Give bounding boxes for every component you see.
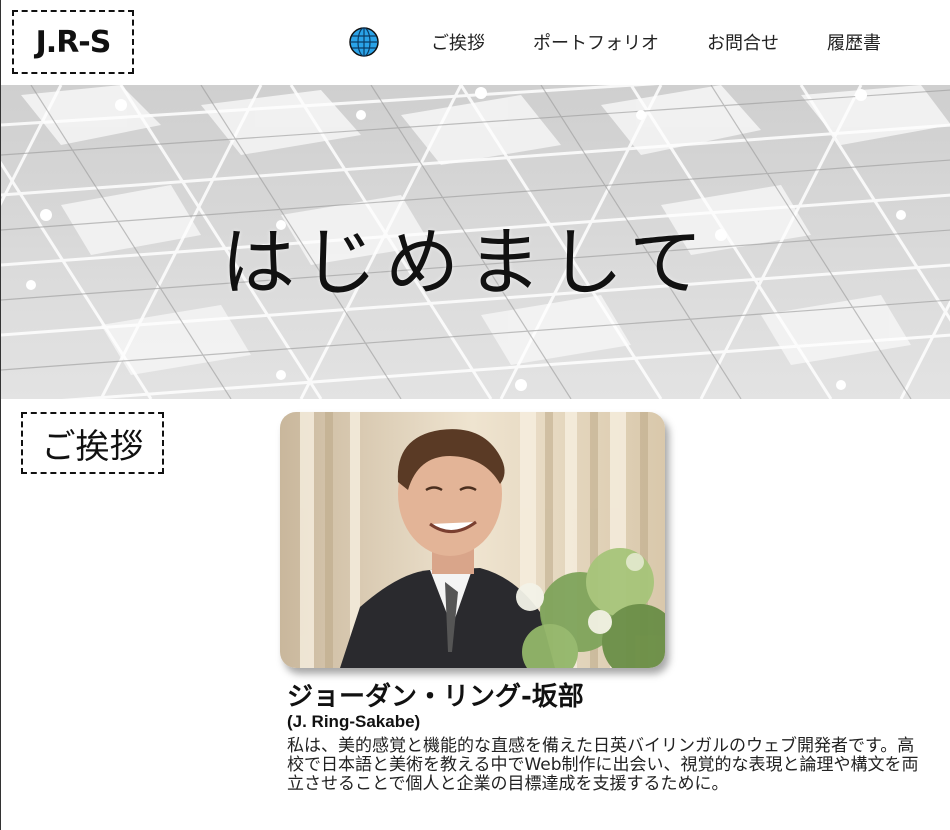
main-nav: ご挨拶 ポートフォリオ お問合せ 履歴書: [349, 24, 881, 60]
profile-bio: 私は、美的感覚と機能的な直感を備えた日英バイリンガルのウェブ開発者です。高校で日…: [287, 736, 919, 794]
nav-resume[interactable]: 履歴書: [827, 29, 881, 55]
globe-icon[interactable]: [349, 27, 379, 57]
nav-greeting[interactable]: ご挨拶: [431, 29, 485, 55]
hero-title: はじめまして: [221, 220, 711, 306]
site-header: J.R-S ご挨拶 ポートフォリオ お問合せ 履歴書: [1, 0, 950, 85]
profile-photo: [280, 412, 665, 668]
profile-name-romaji: (J. Ring-Sakabe): [287, 712, 421, 731]
hero-banner: はじめまして: [1, 85, 950, 399]
profile-name: ジョーダン・リング-坂部: [287, 682, 584, 712]
nav-portfolio[interactable]: ポートフォリオ: [533, 29, 659, 55]
section-heading-greeting: ご挨拶: [21, 412, 164, 474]
site-logo[interactable]: J.R-S: [12, 10, 134, 74]
nav-contact[interactable]: お問合せ: [707, 29, 779, 55]
page: J.R-S ご挨拶 ポートフォリオ お問合せ 履歴書 はじめまして ご挨拶 ジョ…: [0, 0, 950, 830]
